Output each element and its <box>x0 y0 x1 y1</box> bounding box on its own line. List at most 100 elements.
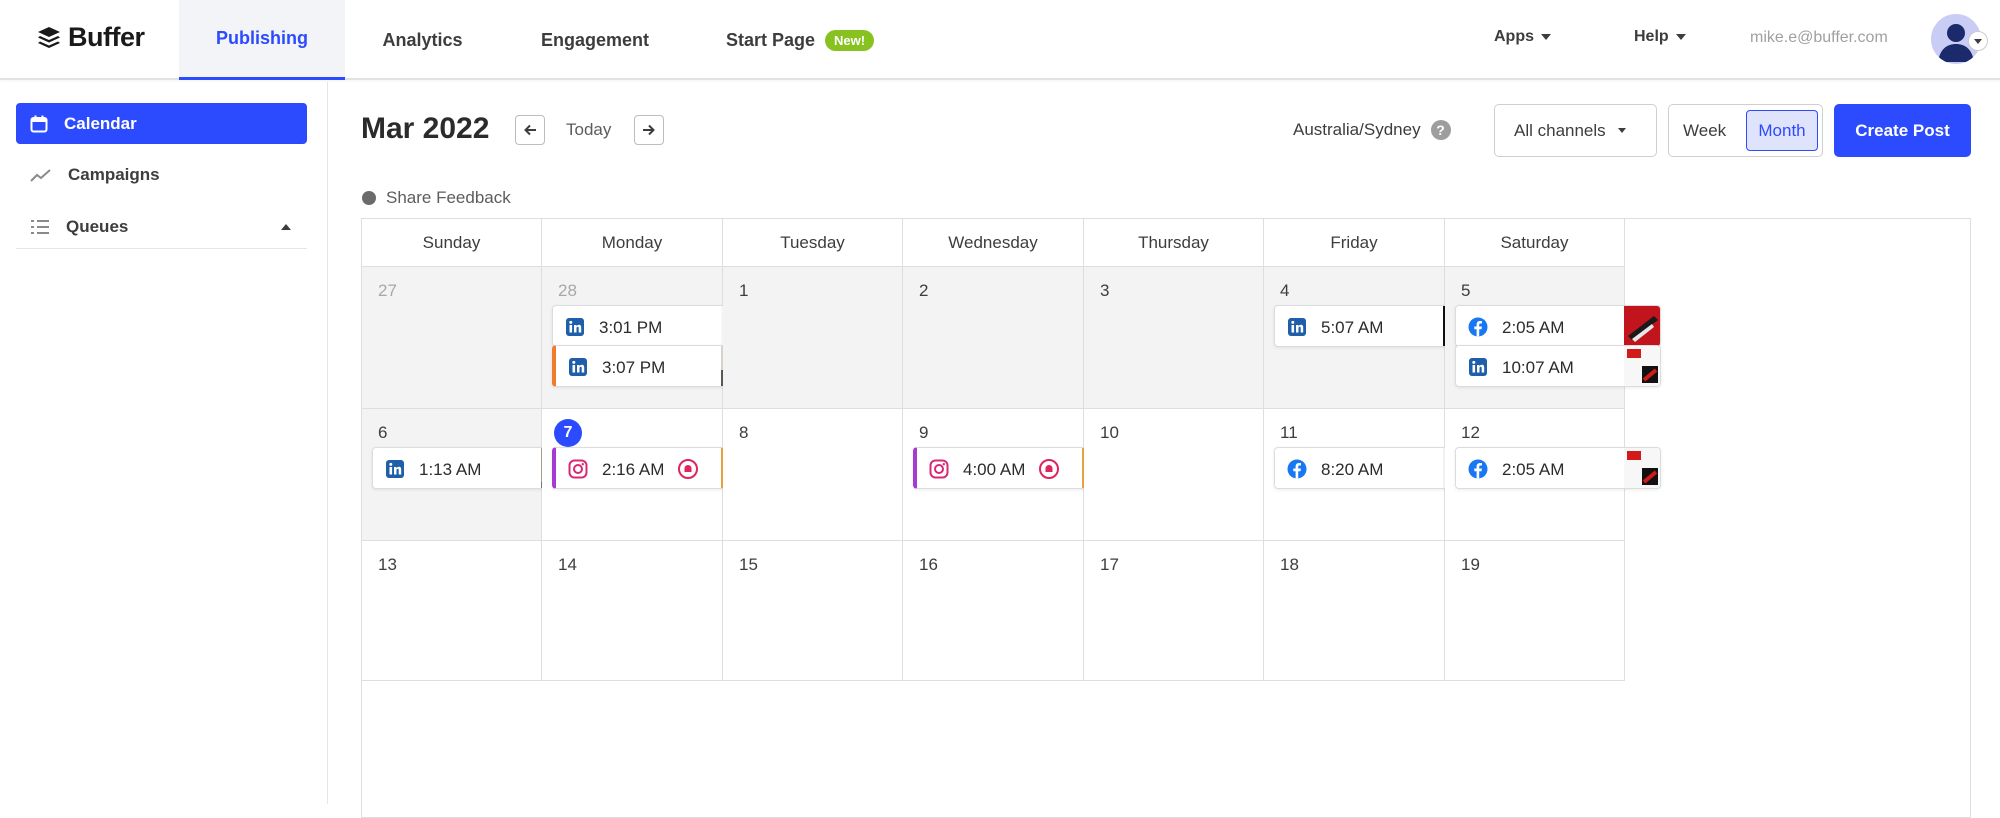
account-menu-toggle[interactable] <box>1968 31 1988 51</box>
tab-analytics[interactable]: Analytics <box>360 0 485 80</box>
post-time: 5:07 AM <box>1321 318 1384 337</box>
calendar-day-cell[interactable]: 7 2:16 AM <box>542 409 758 541</box>
calendar-day-cell[interactable]: 5 2:05 AM 10:07 AM <box>1445 267 1661 409</box>
reminder-bell-icon <box>1039 459 1059 479</box>
scheduled-post[interactable]: 2:05 AM <box>1455 447 1661 489</box>
calendar-day-cell[interactable]: 3 <box>1084 267 1264 409</box>
tab-start-page[interactable]: Start Page New! <box>710 0 890 80</box>
post-time: 2:05 AM <box>1502 460 1565 479</box>
sidebar-item-calendar[interactable]: Calendar <box>16 103 307 144</box>
day-number: 16 <box>919 555 938 574</box>
day-number: 28 <box>558 281 577 300</box>
post-thumbnail <box>1624 448 1660 488</box>
post-image <box>1624 346 1660 386</box>
next-month-button[interactable] <box>634 115 664 145</box>
calendar-day-cell[interactable]: 6 1:13 AM <box>362 409 578 541</box>
calendar-day-cell[interactable]: 13 <box>362 541 542 681</box>
share-feedback-label: Share Feedback <box>386 188 511 207</box>
list-icon <box>31 219 49 234</box>
linkedin-icon <box>569 358 587 376</box>
user-email: mike.e@buffer.com <box>1750 29 1888 46</box>
post-image <box>1624 306 1660 346</box>
day-number: 18 <box>1280 555 1299 574</box>
top-navigation: Buffer Publishing Analytics Engagement S… <box>0 0 2000 80</box>
calendar-day-cell[interactable]: 17 <box>1084 541 1264 681</box>
help-icon[interactable]: ? <box>1430 120 1451 140</box>
calendar-day-cell[interactable]: 16 <box>903 541 1084 681</box>
help-dropdown[interactable]: Help <box>1634 28 1686 46</box>
calendar-day-cell[interactable]: 18 <box>1264 541 1445 681</box>
today-button[interactable]: Today <box>566 120 611 140</box>
tab-publishing[interactable]: Publishing <box>179 0 345 80</box>
weekday-header: Saturday <box>1445 219 1625 267</box>
view-toggle: Week Month <box>1668 104 1823 157</box>
linkedin-icon <box>566 318 584 336</box>
day-number: 6 <box>378 423 388 442</box>
channel-filter-dropdown[interactable]: All channels <box>1494 104 1657 157</box>
arrow-left-icon <box>524 124 536 136</box>
post-time: 3:01 PM <box>599 318 663 337</box>
post-thumbnail <box>1624 346 1660 386</box>
facebook-icon <box>1468 317 1488 337</box>
today-date-marker: 7 <box>554 419 582 447</box>
linkedin-icon <box>1469 358 1487 376</box>
post-time: 2:16 AM <box>602 460 665 479</box>
calendar-day-cell[interactable]: 2 <box>903 267 1084 409</box>
tab-engagement[interactable]: Engagement <box>520 0 670 80</box>
day-number: 14 <box>558 555 577 574</box>
scheduled-post[interactable]: 2:05 AM <box>1455 305 1661 347</box>
calendar-day-cell[interactable]: 10 <box>1084 409 1264 541</box>
calendar-day-cell[interactable]: 27 <box>362 267 542 409</box>
instagram-icon <box>929 459 949 479</box>
help-label: Help <box>1634 28 1669 45</box>
tab-analytics-label: Analytics <box>382 29 463 50</box>
calendar-day-cell[interactable]: 9 4:00 AM <box>903 409 1119 541</box>
calendar-day-cell[interactable]: 11 8:20 AM <box>1264 409 1480 541</box>
feedback-icon <box>362 191 376 205</box>
timezone-selector[interactable]: Australia/Sydney ? <box>1293 120 1451 140</box>
week-view-button[interactable]: Week <box>1683 121 1726 141</box>
sidebar-item-label: Calendar <box>64 113 137 133</box>
calendar-day-cell[interactable]: 12 2:05 AM <box>1445 409 1661 541</box>
day-number: 4 <box>1280 281 1290 300</box>
calendar-day-cell[interactable]: 19 <box>1445 541 1625 681</box>
new-badge: New! <box>824 29 875 51</box>
scheduled-post[interactable]: 10:07 AM <box>1455 345 1661 387</box>
calendar-day-cell[interactable]: 28 3:01 PM 3:07 PM <box>542 267 758 409</box>
post-time: 2:05 AM <box>1502 318 1565 337</box>
create-post-button[interactable]: Create Post <box>1834 104 1971 157</box>
reminder-bell-icon <box>678 459 698 479</box>
calendar-day-cell[interactable]: 8 <box>723 409 903 541</box>
day-number: 8 <box>739 423 749 442</box>
tab-engagement-label: Engagement <box>540 29 650 50</box>
sidebar: Calendar Campaigns Queues <box>0 82 328 804</box>
chevron-down-icon <box>1541 34 1551 40</box>
tab-publishing-label: Publishing <box>216 28 308 48</box>
day-number: 11 <box>1280 423 1298 442</box>
day-number: 9 <box>919 423 929 442</box>
share-feedback-link[interactable]: Share Feedback <box>362 188 511 208</box>
calendar-day-cell[interactable]: 4 5:07 AM <box>1264 267 1480 409</box>
facebook-icon <box>1287 459 1307 479</box>
chevron-up-icon <box>281 224 291 230</box>
calendar-day-cell[interactable]: 1 <box>723 267 903 409</box>
buffer-logo[interactable]: Buffer <box>36 22 145 53</box>
calendar-day-cell[interactable]: 14 <box>542 541 723 681</box>
apps-dropdown[interactable]: Apps <box>1494 28 1551 46</box>
post-time: 1:13 AM <box>419 460 482 479</box>
calendar-day-cell[interactable]: 15 <box>723 541 903 681</box>
day-number: 2 <box>919 281 929 300</box>
weekday-header: Sunday <box>362 219 542 267</box>
post-time: 10:07 AM <box>1502 358 1574 377</box>
arrow-right-icon <box>643 124 655 136</box>
day-number: 3 <box>1100 281 1110 300</box>
brand-name: Buffer <box>68 22 145 52</box>
sidebar-divider <box>16 248 307 249</box>
sidebar-item-queues[interactable]: Queues <box>16 206 307 247</box>
month-view-button[interactable]: Month <box>1746 110 1818 151</box>
day-number: 27 <box>378 281 397 300</box>
sidebar-item-campaigns[interactable]: Campaigns <box>16 154 307 195</box>
channel-filter-label: All channels <box>1514 120 1606 140</box>
linkedin-icon <box>1288 318 1306 336</box>
prev-month-button[interactable] <box>515 115 545 145</box>
